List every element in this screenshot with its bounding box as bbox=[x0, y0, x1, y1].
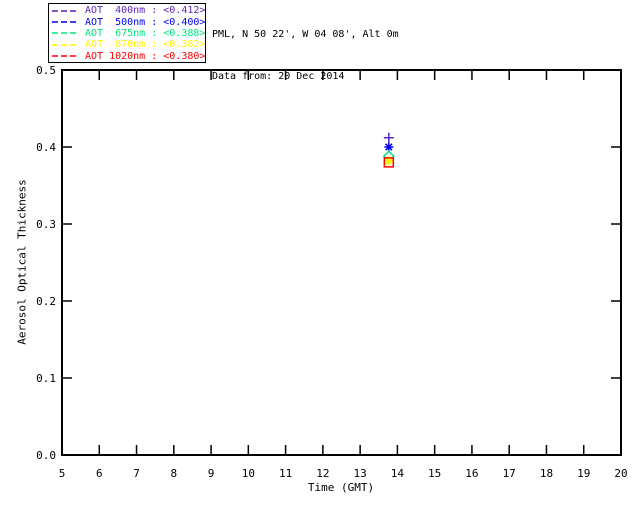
x-tick-label: 16 bbox=[465, 467, 478, 480]
y-tick-label: 0.2 bbox=[36, 295, 56, 308]
x-tick-label: 7 bbox=[133, 467, 140, 480]
chart-plot-area: 5 6 7 8 9 10 11 12 13 14 15 16 17 18 19 20 0.0 0.1 0.2 0.3 0… bbox=[0, 0, 640, 512]
y-tick-label: 0.3 bbox=[36, 218, 56, 231]
x-tick-label: 11 bbox=[279, 467, 292, 480]
x-tick-label: 13 bbox=[354, 467, 367, 480]
x-axis-label: Time (GMT) bbox=[308, 481, 374, 494]
y-tick-label: 0.1 bbox=[36, 372, 56, 385]
x-tick-label: 12 bbox=[316, 467, 329, 480]
y-tick-label: 0.4 bbox=[36, 141, 56, 154]
y-tick-label: 0.5 bbox=[36, 64, 56, 77]
x-tick-label: 20 bbox=[614, 467, 627, 480]
x-tick-label: 9 bbox=[208, 467, 215, 480]
x-tick-label: 10 bbox=[242, 467, 255, 480]
x-tick-label: 15 bbox=[428, 467, 441, 480]
axes-frame bbox=[62, 70, 621, 455]
x-tick-label: 5 bbox=[59, 467, 66, 480]
marker-500nm bbox=[384, 143, 393, 152]
x-tick-label: 19 bbox=[577, 467, 590, 480]
x-tick-label: 14 bbox=[391, 467, 405, 480]
x-tick-label: 8 bbox=[170, 467, 177, 480]
y-axis-label: Aerosol Optical Thickness bbox=[16, 179, 29, 345]
marker-400nm bbox=[384, 133, 394, 143]
y-tick-label: 0.0 bbox=[36, 449, 56, 462]
x-tick-label: 18 bbox=[540, 467, 553, 480]
x-tick-label: 17 bbox=[503, 467, 516, 480]
aot-chart-canvas: AOT 400nm : <0.412>AOT 500nm : <0.400>AO… bbox=[0, 0, 640, 512]
x-tick-label: 6 bbox=[96, 467, 103, 480]
